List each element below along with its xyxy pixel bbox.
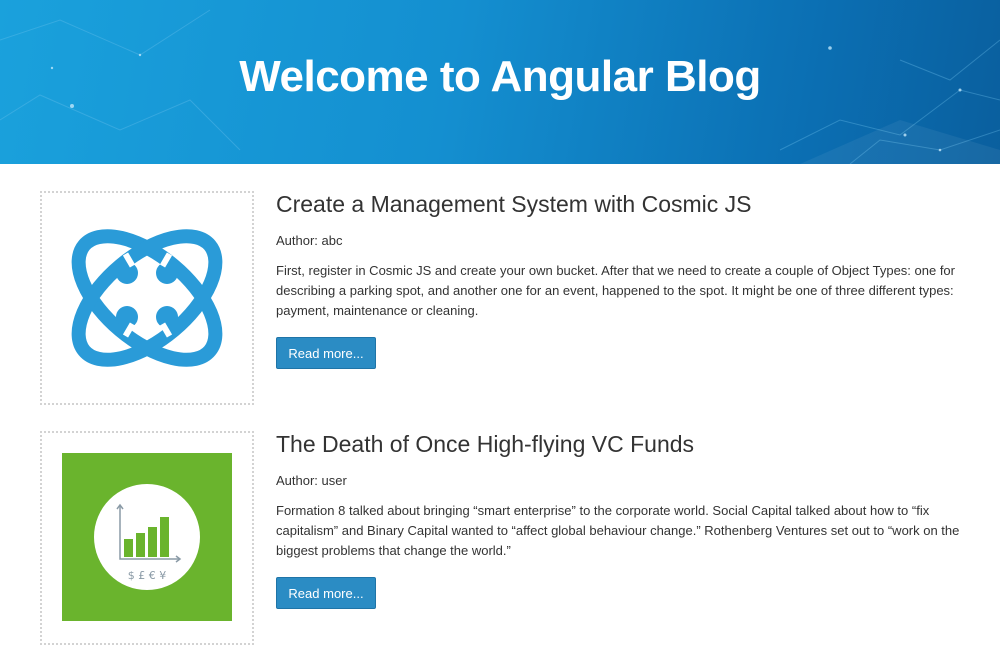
read-more-button[interactable]: Read more... xyxy=(276,577,376,609)
currency-symbols-text: $ £ € ¥ xyxy=(128,569,166,582)
hero-banner: Welcome to Angular Blog xyxy=(0,0,1000,164)
post-thumbnail xyxy=(40,191,254,405)
post-excerpt: Formation 8 talked about bringing “smart… xyxy=(276,503,960,558)
post-title[interactable]: Create a Management System with Cosmic J… xyxy=(276,191,752,218)
post-card: Create a Management System with Cosmic J… xyxy=(40,191,960,405)
post-title[interactable]: The Death of Once High-flying VC Funds xyxy=(276,431,694,458)
cosmic-js-logo-icon xyxy=(71,229,223,367)
post-author: Author: abc xyxy=(276,233,343,248)
post-thumbnail: $ £ € ¥ xyxy=(40,431,254,645)
post-author: Author: user xyxy=(276,473,347,488)
post-excerpt: First, register in Cosmic JS and create … xyxy=(276,263,955,318)
page-title: Welcome to Angular Blog xyxy=(239,52,761,101)
read-more-button[interactable]: Read more... xyxy=(276,337,376,369)
currency-bar-chart-icon: $ £ € ¥ xyxy=(62,453,232,621)
post-card: $ £ € ¥ The Death of Once High-flying VC… xyxy=(40,431,960,645)
